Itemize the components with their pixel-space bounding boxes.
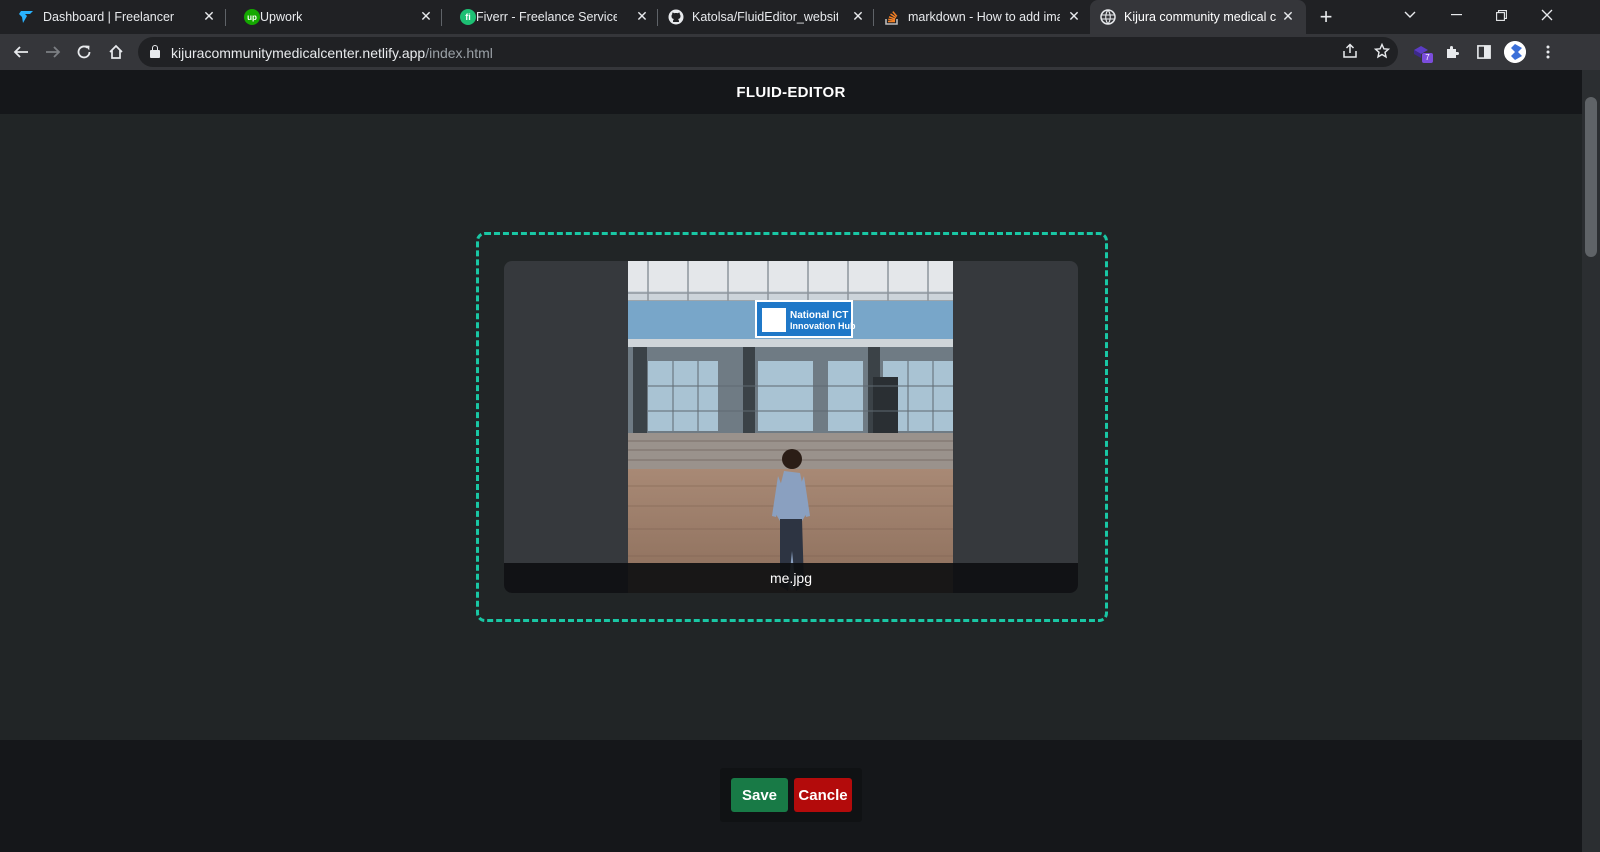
- freelancer-icon: [18, 9, 34, 25]
- tab-title: Kijura community medical cen: [1124, 10, 1276, 24]
- tab-search-icon[interactable]: [1387, 0, 1433, 30]
- close-tab-icon[interactable]: ✕: [1280, 8, 1296, 24]
- share-icon[interactable]: [1341, 43, 1359, 61]
- tab-freelancer[interactable]: Dashboard | Freelancer ✕: [0, 0, 224, 34]
- fiverr-icon: fi: [460, 9, 476, 25]
- tab-title: Dashboard | Freelancer: [43, 10, 175, 24]
- save-button[interactable]: Save: [731, 778, 788, 812]
- close-tab-icon[interactable]: ✕: [850, 8, 866, 24]
- tab-title: Katolsa/FluidEditor_website_e: [692, 10, 838, 24]
- new-tab-button[interactable]: +: [1313, 4, 1339, 30]
- reload-icon[interactable]: [71, 39, 97, 65]
- action-button-group: Save Cancle: [720, 768, 862, 822]
- tab-upwork[interactable]: up Upwork ✕: [226, 0, 440, 34]
- page-viewport: FLUID-EDITOR National ICT Innovation Hub…: [0, 70, 1600, 852]
- puzzle-icon[interactable]: [1442, 41, 1464, 63]
- sign-line-1: National ICT: [790, 310, 848, 321]
- tab-title: Fiverr - Freelance Services Ma: [476, 10, 617, 24]
- sign-line-2: Innovation Hub: [790, 321, 856, 331]
- profile-avatar[interactable]: [1504, 41, 1526, 63]
- github-icon: [668, 9, 684, 25]
- tab-github[interactable]: Katolsa/FluidEditor_website_e ✕: [658, 0, 872, 34]
- image-preview[interactable]: National ICT Innovation Hub me.jpg: [504, 261, 1078, 593]
- home-icon[interactable]: [103, 39, 129, 65]
- page-scrollbar[interactable]: [1582, 70, 1600, 852]
- side-panel-icon[interactable]: [1473, 41, 1495, 63]
- stackoverflow-icon: [884, 9, 900, 25]
- back-icon[interactable]: [8, 39, 34, 65]
- menu-kebab-icon[interactable]: [1537, 41, 1559, 63]
- lock-icon[interactable]: [150, 45, 160, 58]
- close-window-icon[interactable]: [1524, 0, 1570, 30]
- close-tab-icon[interactable]: ✕: [418, 8, 434, 24]
- close-tab-icon[interactable]: ✕: [634, 8, 650, 24]
- browser-toolbar: kijuracommunitymedicalcenter.netlify.app…: [0, 34, 1600, 70]
- restore-icon[interactable]: [1478, 0, 1524, 30]
- upwork-icon: up: [244, 9, 260, 25]
- browser-tab-strip: Dashboard | Freelancer ✕ up Upwork ✕ fi …: [0, 0, 1600, 34]
- tab-kijura[interactable]: Kijura community medical cen ✕: [1090, 0, 1306, 34]
- tab-fiverr[interactable]: fi Fiverr - Freelance Services Ma ✕: [442, 0, 656, 34]
- forward-icon[interactable]: [40, 39, 66, 65]
- action-footer: Save Cancle: [0, 740, 1582, 852]
- uploaded-photo: National ICT Innovation Hub: [628, 261, 953, 593]
- minimize-icon[interactable]: [1433, 0, 1479, 30]
- address-bar[interactable]: kijuracommunitymedicalcenter.netlify.app…: [138, 37, 1398, 67]
- scrollbar-thumb[interactable]: [1585, 97, 1597, 257]
- url-text: kijuracommunitymedicalcenter.netlify.app…: [171, 45, 493, 61]
- close-tab-icon[interactable]: ✕: [1066, 8, 1082, 24]
- bookmark-star-icon[interactable]: [1373, 42, 1391, 61]
- tab-title: markdown - How to add ima: [908, 10, 1060, 24]
- cancel-button[interactable]: Cancle: [794, 778, 852, 812]
- extension-badge: 7: [1422, 53, 1433, 63]
- app-header: FLUID-EDITOR: [0, 70, 1582, 114]
- app-title: FLUID-EDITOR: [736, 83, 846, 101]
- tab-title: Upwork: [260, 10, 303, 24]
- extension-icon[interactable]: 7: [1410, 41, 1433, 63]
- globe-icon: [1100, 9, 1116, 25]
- file-name-label: me.jpg: [504, 563, 1078, 593]
- tab-stackoverflow[interactable]: markdown - How to add ima ✕: [874, 0, 1088, 34]
- close-tab-icon[interactable]: ✕: [201, 8, 217, 24]
